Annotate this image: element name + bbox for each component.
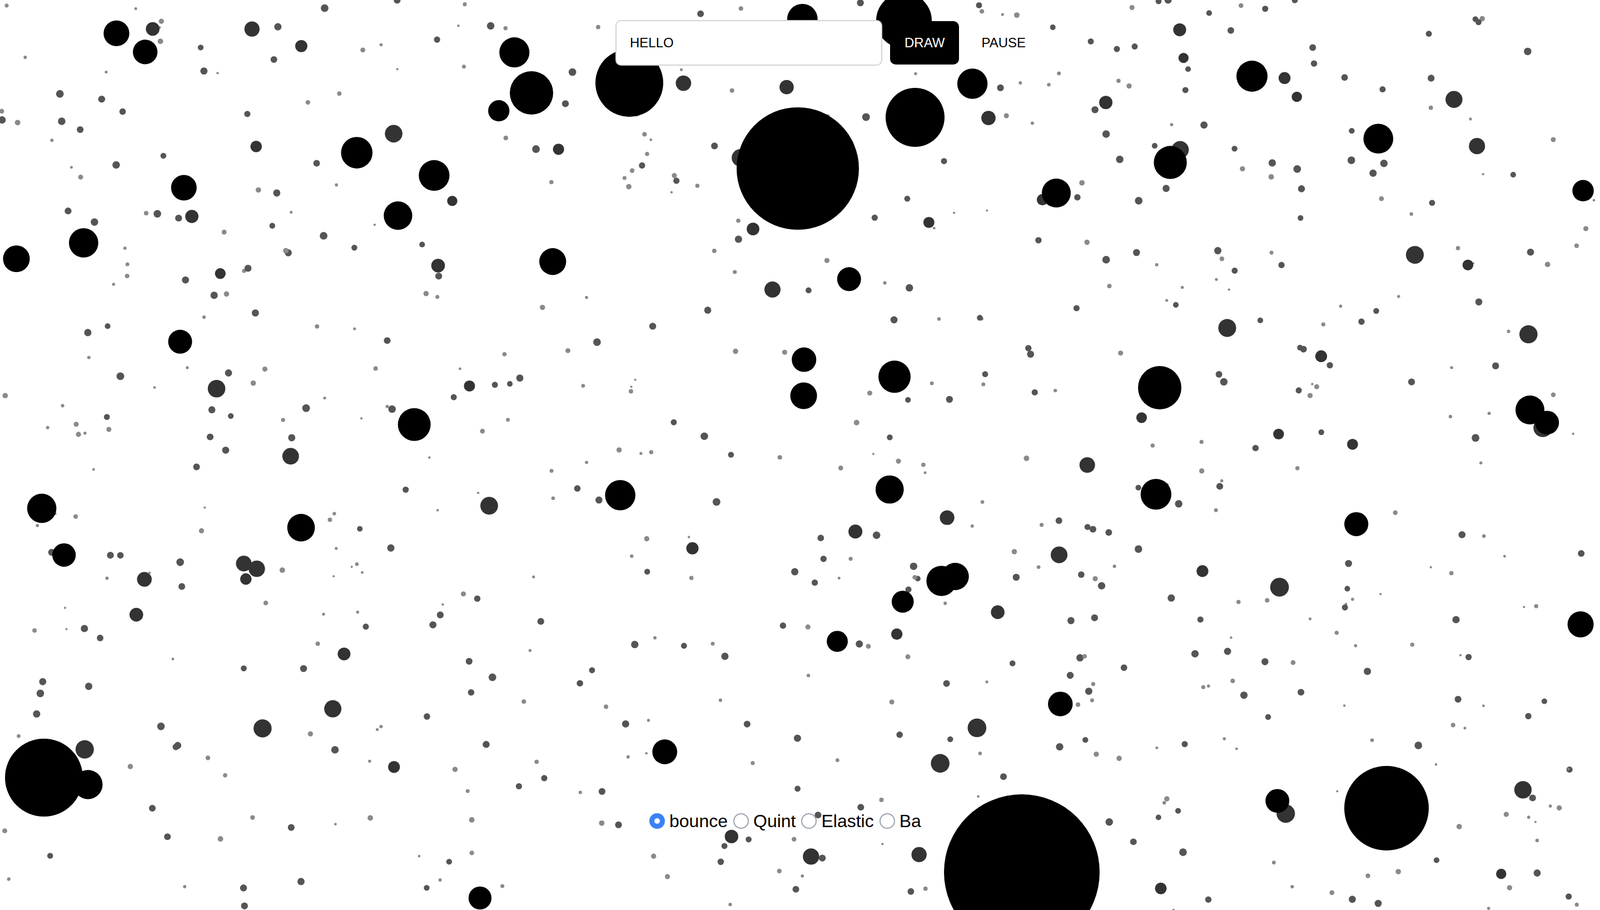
easing-option[interactable]: Quint [733,807,796,834]
stage: DRAWPAUSE bounceQuintElasticBa [0,0,1600,910]
radio-icon[interactable] [801,812,817,829]
easing-option[interactable]: bounce [649,807,728,834]
text-input[interactable] [615,20,883,66]
toolbar: DRAWPAUSE [0,20,1600,66]
pause-button[interactable]: PAUSE [966,21,1041,65]
radio-icon[interactable] [649,812,665,829]
easing-group: bounceQuintElasticBa [649,807,922,834]
easing-option[interactable]: Elastic [801,807,874,834]
radio-icon[interactable] [879,812,896,829]
radio-icon[interactable] [733,812,749,829]
easing-option[interactable]: Ba [879,807,922,834]
front-dots [0,0,1600,910]
draw-button[interactable]: DRAW [890,21,959,65]
dot-canvas [0,0,1600,910]
